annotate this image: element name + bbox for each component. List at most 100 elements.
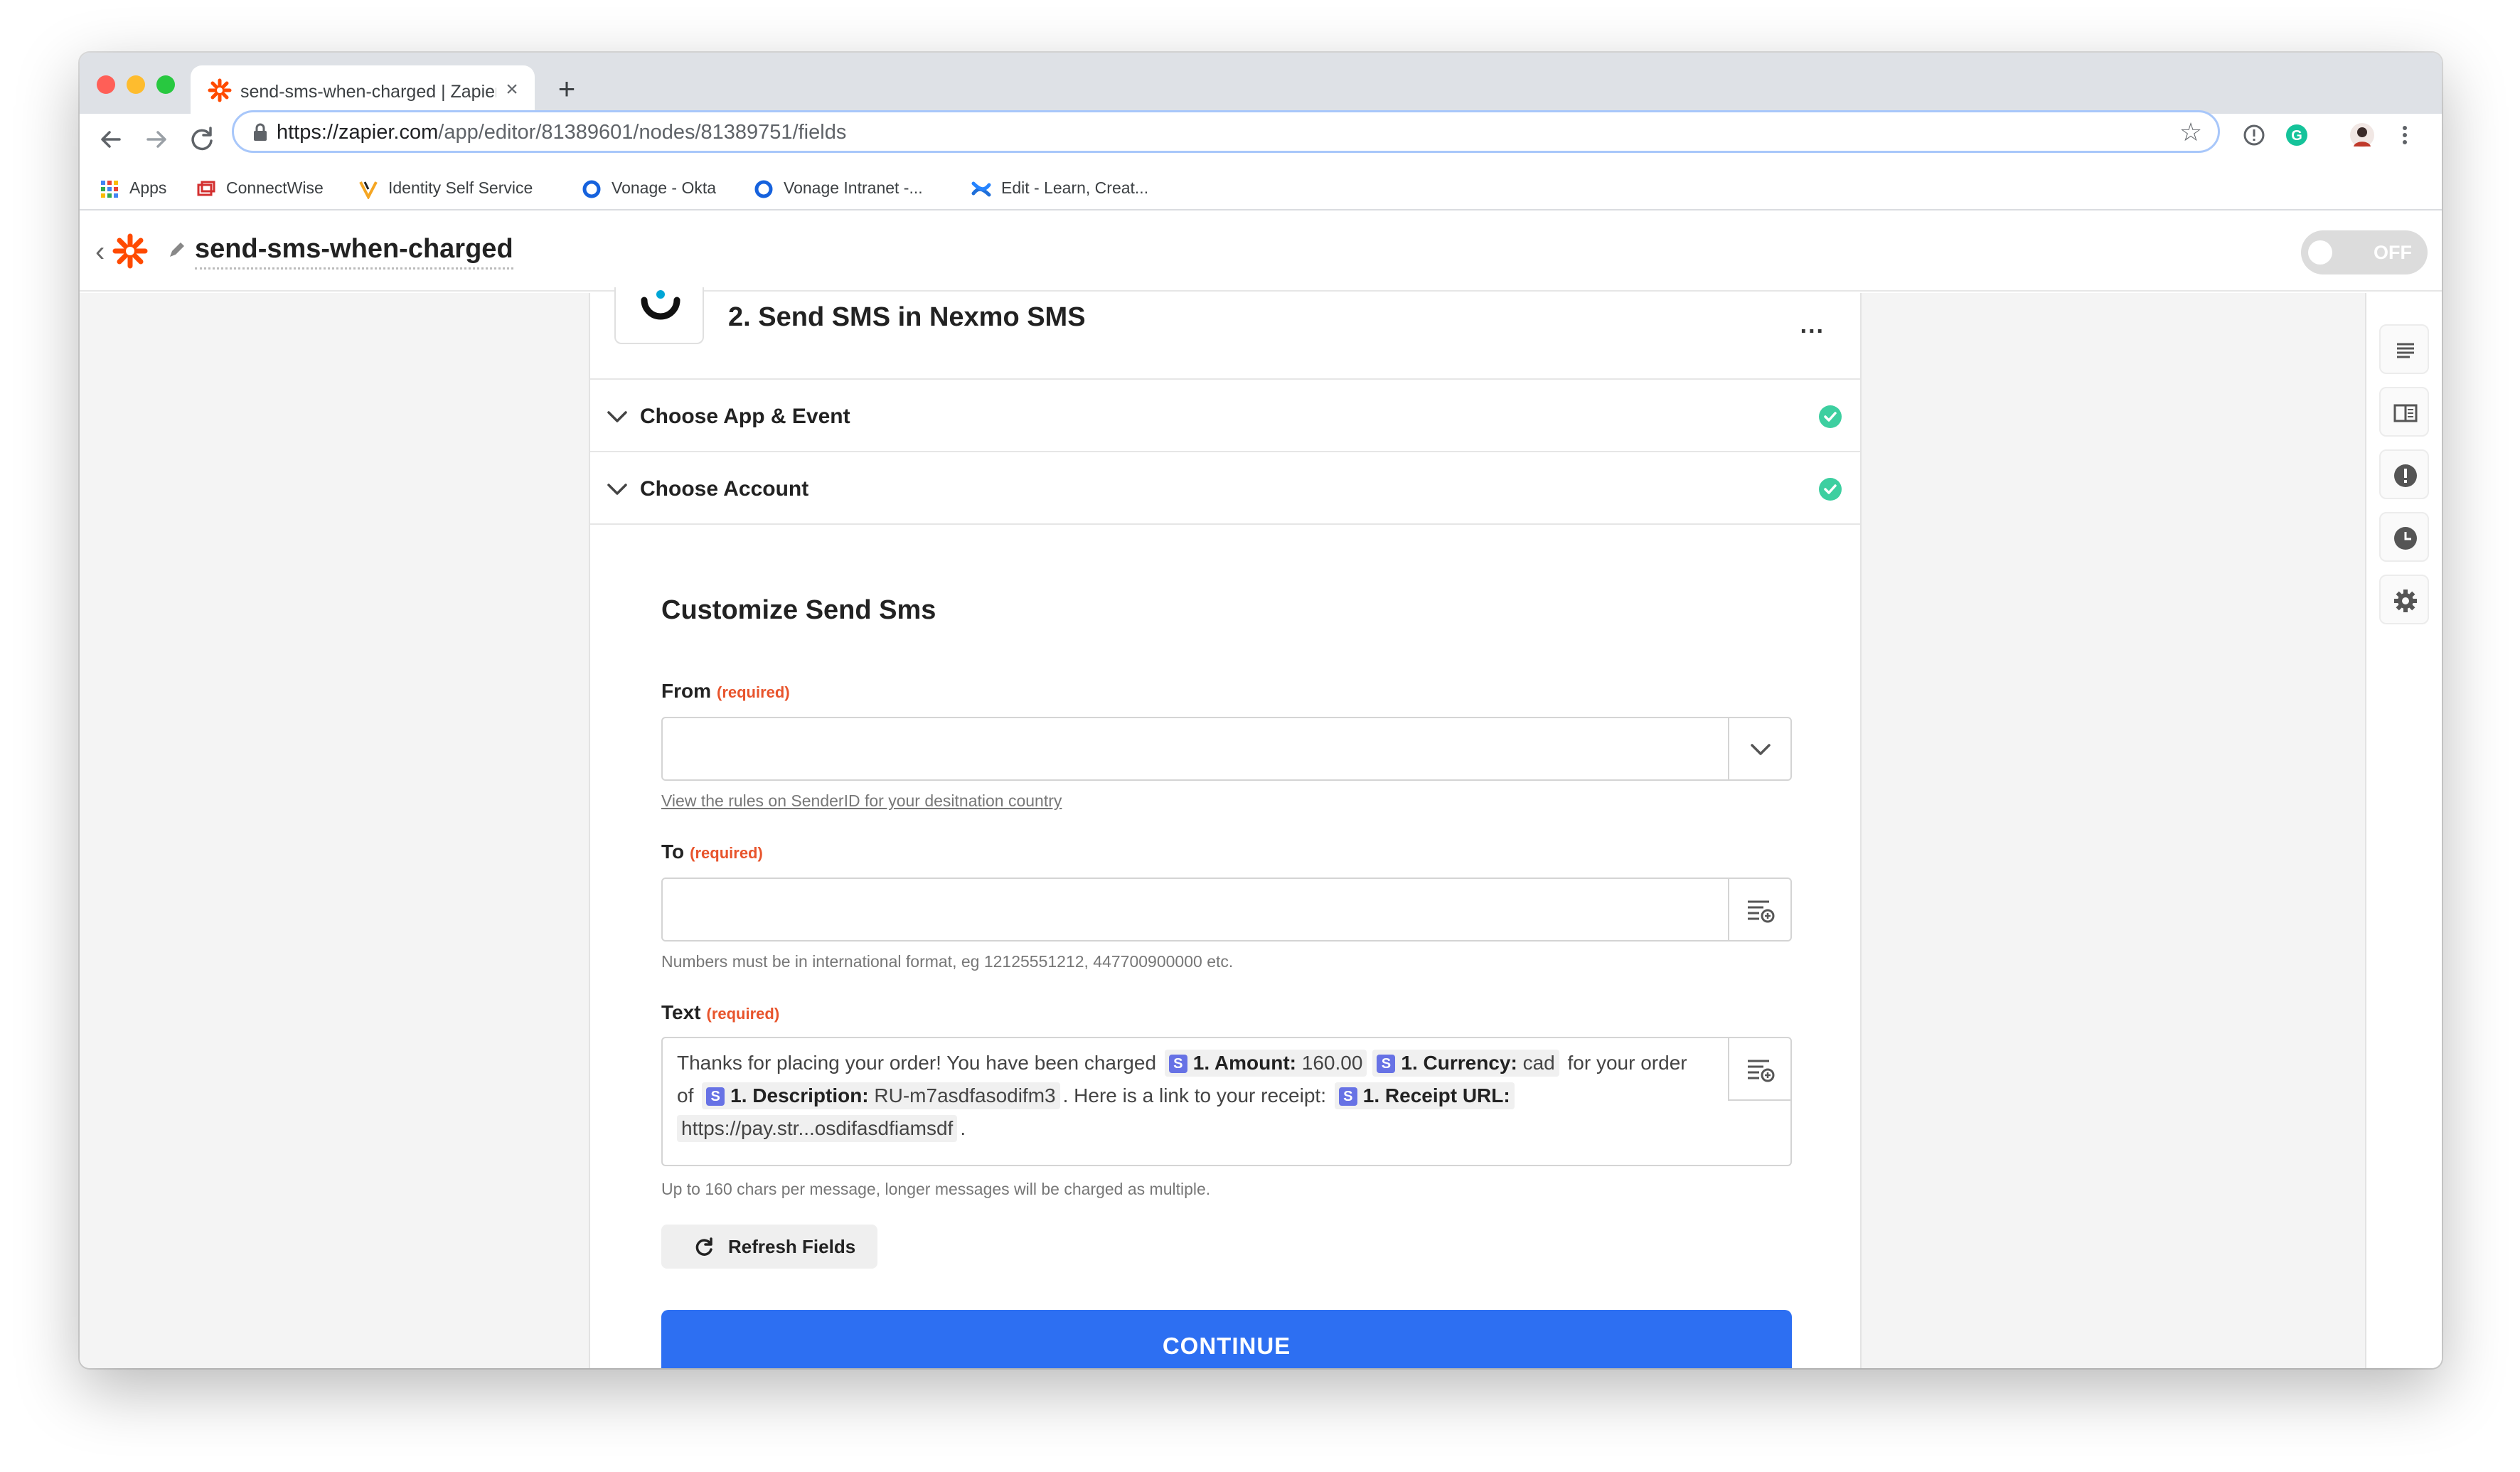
field-name: Text — [661, 1001, 701, 1023]
more-options-icon[interactable]: ... — [1800, 313, 1825, 337]
okta-icon — [582, 180, 601, 198]
refresh-icon — [695, 1237, 712, 1256]
text-segment: . Here is a link to your receipt: — [1062, 1084, 1326, 1106]
pill-value: 160.00 — [1301, 1052, 1363, 1074]
nexmo-logo-icon — [641, 290, 680, 320]
stripe-badge-icon: S — [706, 1087, 725, 1106]
extension-info-icon[interactable] — [2240, 121, 2268, 149]
pill-label: 1. Description: — [730, 1084, 869, 1106]
chevron-down-icon — [1751, 744, 1771, 755]
data-pill-currency[interactable]: S 1. Currency: cad — [1372, 1050, 1559, 1077]
field-name: To — [661, 841, 685, 863]
pill-value: https://pay.str...osdifasdfiamsdf — [681, 1117, 954, 1139]
field-name: From — [661, 680, 711, 702]
section-choose-app-event[interactable]: Choose App & Event — [590, 381, 1860, 452]
guide-button[interactable] — [2379, 387, 2429, 437]
bookmark-connectwise[interactable]: ConnectWise — [196, 175, 324, 201]
bookmark-identity-self-service[interactable]: Identity Self Service — [358, 175, 533, 201]
browser-tab[interactable]: send-sms-when-charged | Zapier × — [191, 65, 535, 114]
data-pill-amount[interactable]: S 1. Amount: 160.00 — [1164, 1050, 1367, 1077]
close-window-button[interactable] — [97, 75, 115, 94]
pill-label: 1. Currency: — [1401, 1052, 1517, 1074]
bookmark-label: Identity Self Service — [388, 178, 533, 197]
bookmark-apps[interactable]: Apps — [100, 175, 166, 201]
connectwise-icon — [197, 181, 215, 196]
zap-name[interactable]: send-sms-when-charged — [195, 230, 513, 270]
section-label: Choose App & Event — [640, 405, 850, 428]
pill-label: 1. Receipt URL: — [1362, 1084, 1510, 1106]
text-insert-data-button[interactable] — [1728, 1038, 1790, 1101]
stripe-badge-icon: S — [1377, 1055, 1396, 1073]
bookmark-star-icon[interactable]: ☆ — [2177, 118, 2205, 146]
vonage-v-icon — [359, 181, 378, 199]
zap-editor-header: ‹ send-sms-when-charged OFF — [80, 212, 2442, 292]
bookmarks-bar: Apps ConnectWise Identity Self Service V… — [80, 165, 2442, 210]
maximize-window-button[interactable] — [156, 75, 175, 94]
tab-strip: send-sms-when-charged | Zapier × + — [80, 53, 2442, 114]
back-chevron-icon[interactable]: ‹ — [95, 238, 112, 266]
book-icon — [2393, 404, 2418, 422]
pill-value: cad — [1522, 1052, 1555, 1074]
senderid-rules-link[interactable]: View the rules on SenderID for your desi… — [661, 791, 1062, 810]
bookmark-label: Apps — [129, 178, 167, 197]
svg-text:G: G — [2291, 128, 2302, 144]
reload-icon[interactable] — [185, 122, 219, 156]
bookmark-edit-learn[interactable]: Edit - Learn, Creat... — [971, 175, 1148, 201]
to-insert-data-button[interactable] — [1728, 879, 1790, 940]
browser-window: send-sms-when-charged | Zapier × + https… — [80, 53, 2442, 1368]
from-label: From (required) — [661, 678, 790, 705]
confluence-icon — [971, 181, 991, 197]
address-bar[interactable]: https://zapier.com/app/editor/81389601/n… — [232, 110, 2220, 153]
text-content: Thanks for placing your order! You have … — [677, 1047, 1708, 1145]
continue-button[interactable]: CONTINUE — [661, 1310, 1792, 1368]
data-pill-description[interactable]: S 1. Description: RU-m7asdfasodifm3 — [702, 1082, 1060, 1109]
url-text: https://zapier.com/app/editor/81389601/n… — [277, 120, 846, 144]
pencil-icon[interactable] — [166, 240, 186, 260]
back-arrow-icon[interactable] — [94, 122, 128, 156]
lock-icon — [254, 123, 267, 141]
stripe-badge-icon: S — [1338, 1087, 1357, 1106]
toggle-label: OFF — [2374, 242, 2412, 263]
outline-button[interactable] — [2379, 324, 2429, 374]
required-tag: (required) — [690, 844, 763, 862]
continue-label: CONTINUE — [1162, 1333, 1291, 1359]
bookmark-label: Edit - Learn, Creat... — [1001, 178, 1149, 197]
history-button[interactable] — [2379, 512, 2429, 562]
from-select[interactable] — [661, 717, 1792, 781]
zapier-favicon-icon — [208, 78, 232, 102]
bookmark-label: ConnectWise — [226, 178, 324, 197]
browser-menu-icon[interactable] — [2391, 121, 2419, 149]
url-path: /app/editor/81389601/nodes/81389751/fiel… — [438, 121, 847, 144]
zapier-logo-icon[interactable] — [112, 233, 148, 269]
data-pill-receipt-url[interactable]: S 1. Receipt URL: — [1334, 1082, 1515, 1109]
section-label: Choose Account — [640, 477, 809, 501]
step-panel: 2. Send SMS in Nexmo SMS ... Choose App … — [589, 287, 1862, 1368]
minimize-window-button[interactable] — [127, 75, 145, 94]
complete-check-icon — [1819, 478, 1842, 501]
tab-close-icon[interactable]: × — [499, 77, 525, 102]
to-label: To (required) — [661, 839, 763, 866]
gear-icon — [2394, 590, 2417, 612]
refresh-fields-button[interactable]: Refresh Fields — [661, 1225, 877, 1269]
outline-list-icon — [2397, 343, 2414, 358]
data-pill-receipt-url-value[interactable]: https://pay.str...osdifasdfiamsdf — [677, 1115, 958, 1142]
grammarly-extension-icon[interactable]: G — [2283, 121, 2311, 149]
nexmo-app-icon — [614, 287, 704, 344]
section-choose-account[interactable]: Choose Account — [590, 454, 1860, 525]
profile-avatar-icon[interactable] — [2348, 121, 2376, 149]
text-segment: . — [960, 1117, 966, 1139]
zap-on-off-toggle[interactable]: OFF — [2301, 230, 2428, 274]
right-sidebar — [2365, 293, 2442, 1368]
insert-data-icon — [1748, 900, 1775, 923]
settings-button[interactable] — [2379, 575, 2429, 624]
forward-arrow-icon[interactable] — [139, 122, 173, 156]
from-help: View the rules on SenderID for your desi… — [661, 789, 1062, 812]
alerts-button[interactable] — [2379, 449, 2429, 499]
new-tab-button[interactable]: + — [549, 71, 584, 107]
bookmark-vonage-intranet[interactable]: Vonage Intranet -... — [754, 175, 923, 201]
pill-label: 1. Amount: — [1192, 1052, 1296, 1074]
to-input[interactable] — [661, 878, 1792, 942]
bookmark-vonage-okta[interactable]: Vonage - Okta — [582, 175, 716, 201]
from-dropdown-button[interactable] — [1728, 718, 1790, 779]
text-input[interactable]: Thanks for placing your order! You have … — [661, 1037, 1792, 1166]
